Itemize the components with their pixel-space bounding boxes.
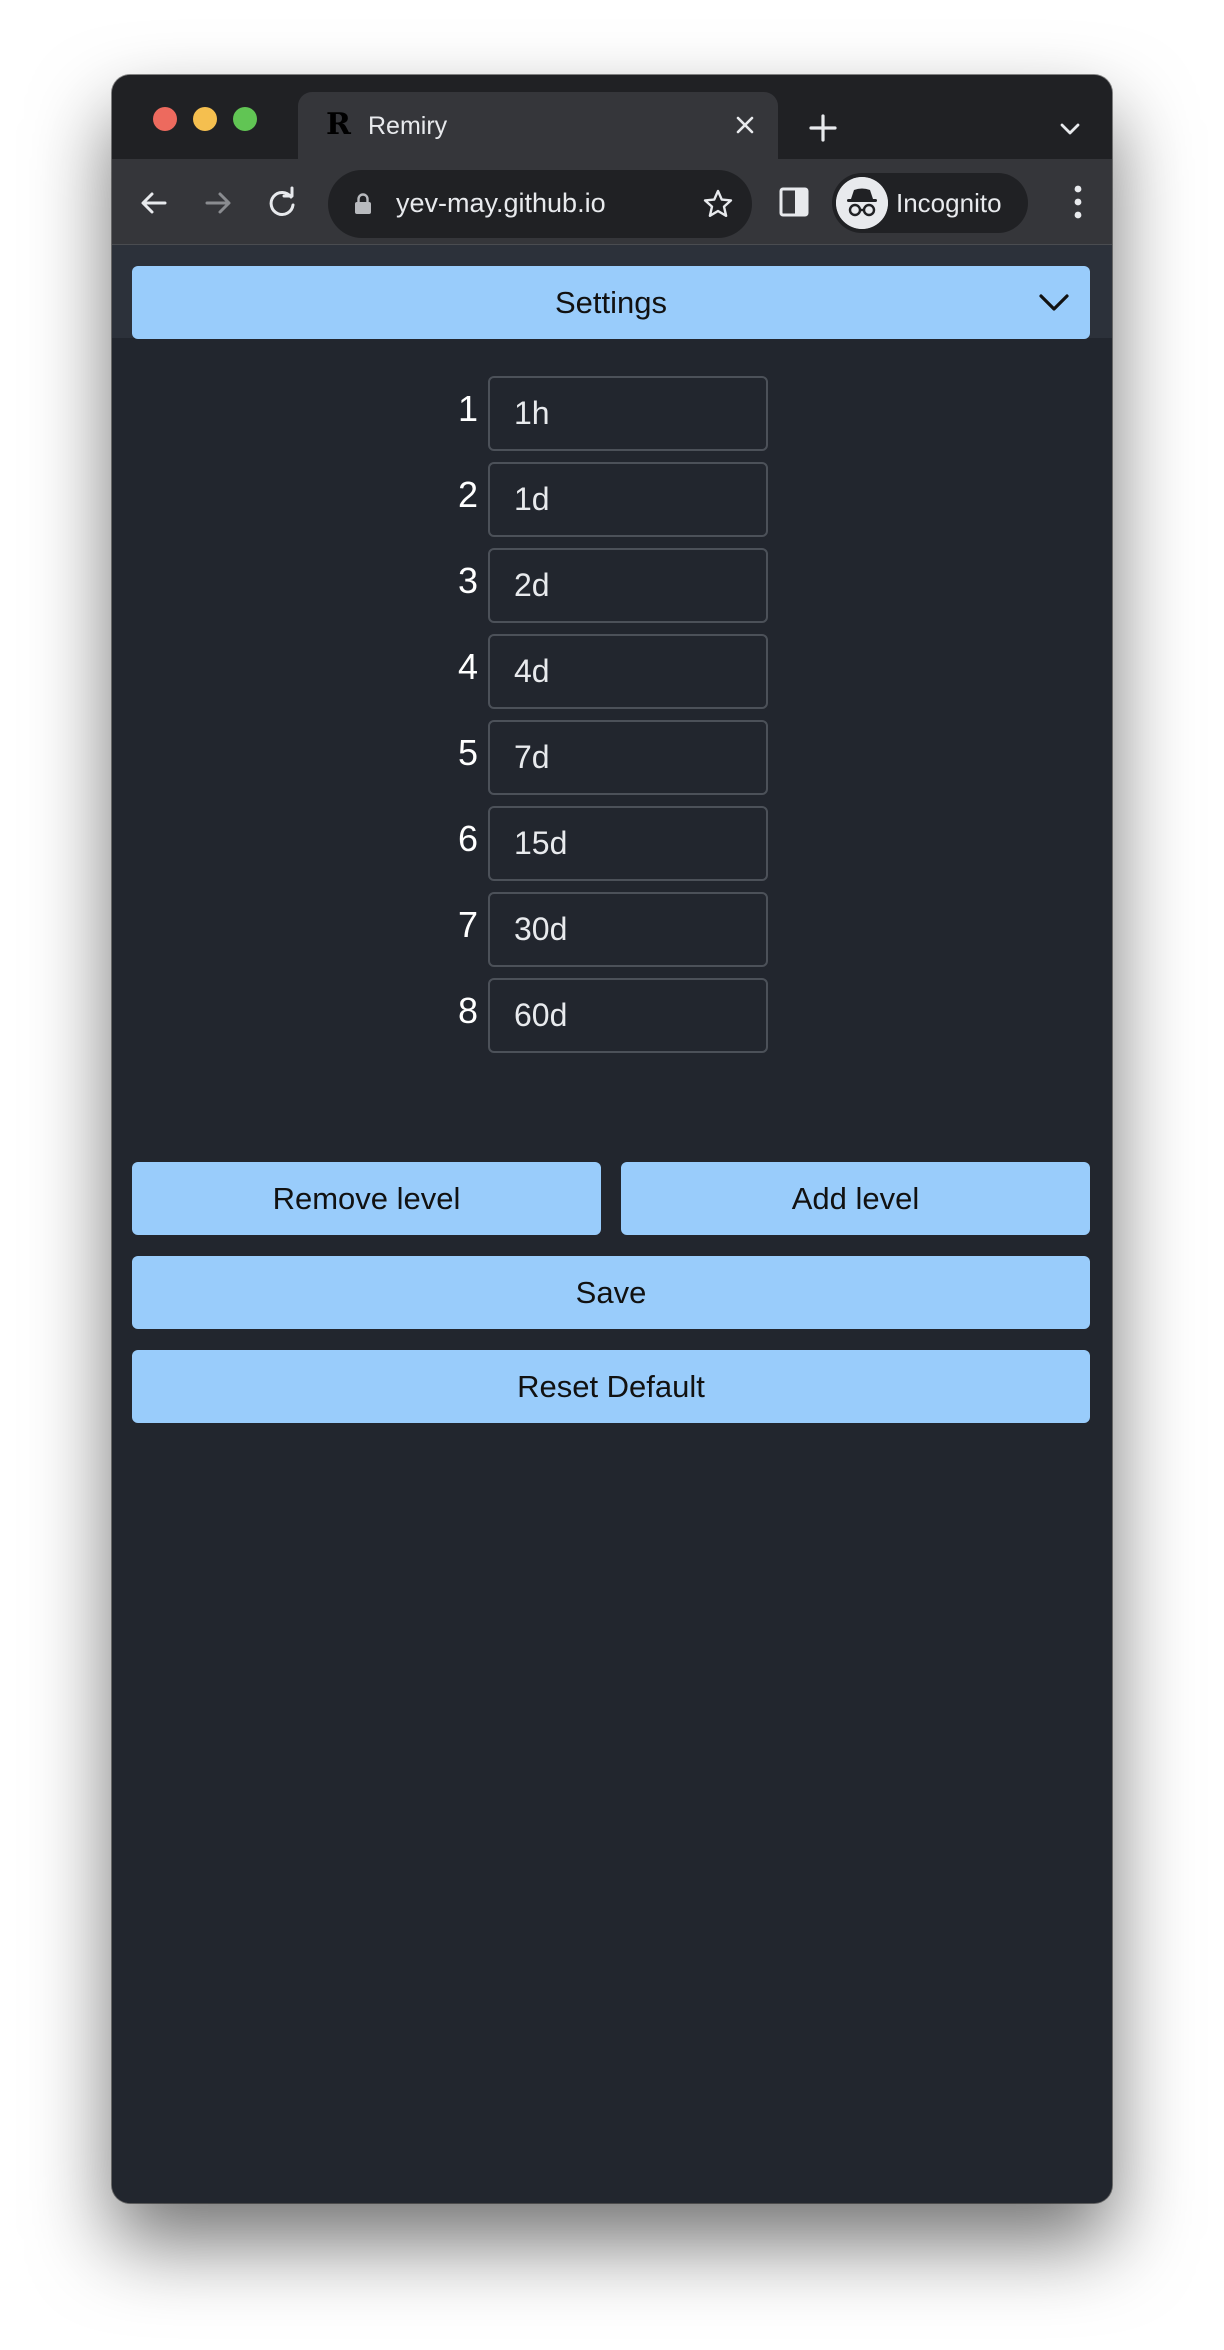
level-row: 6 [112, 806, 1112, 881]
address-bar[interactable]: yev-may.github.io [328, 170, 752, 238]
maximize-window-button[interactable] [233, 107, 257, 131]
back-arrow-icon[interactable] [134, 183, 174, 223]
level-number: 4 [457, 646, 478, 687]
level-row: 3 [112, 548, 1112, 623]
settings-toggle-button[interactable]: Settings [132, 266, 1090, 339]
level-row: 5 [112, 720, 1112, 795]
settings-header: Settings [112, 245, 1112, 339]
bookmark-star-icon[interactable] [702, 188, 734, 220]
profile-label: Incognito [896, 188, 1002, 218]
level-interval-input[interactable] [488, 634, 768, 709]
tab-strip: R Remiry [112, 75, 1112, 159]
level-row: 2 [112, 462, 1112, 537]
level-row: 1 [112, 376, 1112, 451]
settings-label: Settings [554, 284, 667, 320]
level-number: 1 [457, 388, 478, 429]
reload-icon[interactable] [262, 183, 302, 223]
lock-icon [355, 193, 371, 214]
add-level-button[interactable]: Add level [621, 1162, 1090, 1235]
close-window-button[interactable] [153, 107, 177, 131]
tab-remiry[interactable]: R Remiry [298, 92, 778, 159]
minimize-window-button[interactable] [193, 107, 217, 131]
level-number: 3 [457, 560, 478, 601]
level-interval-input[interactable] [488, 806, 768, 881]
incognito-profile-button[interactable]: Incognito [832, 173, 1028, 233]
close-tab-icon[interactable] [730, 110, 760, 140]
level-interval-input[interactable] [488, 978, 768, 1053]
level-number: 5 [457, 732, 478, 773]
level-row: 7 [112, 892, 1112, 967]
tab-title: Remiry [368, 112, 448, 140]
remiry-favicon-icon: R [326, 107, 351, 142]
level-row: 4 [112, 634, 1112, 709]
more-options-icon[interactable] [1074, 185, 1082, 219]
chevron-down-icon [1039, 294, 1069, 311]
level-interval-input[interactable] [488, 376, 768, 451]
browser-window: R Remiry yev-may.github.io Incognito Set… [112, 75, 1112, 2203]
level-number: 2 [457, 474, 478, 515]
remove-level-button[interactable]: Remove level [132, 1162, 601, 1235]
level-number: 6 [457, 818, 478, 859]
page-content: Settings 1 2 3 4 [112, 245, 1112, 2203]
tab-search-chevron-icon[interactable] [1058, 117, 1082, 141]
level-interval-input[interactable] [488, 548, 768, 623]
level-interval-input[interactable] [488, 462, 768, 537]
level-row: 8 [112, 978, 1112, 1053]
level-interval-input[interactable] [488, 892, 768, 967]
forward-arrow-icon[interactable] [198, 183, 238, 223]
browser-toolbar: yev-may.github.io Incognito [112, 159, 1112, 245]
level-number: 7 [457, 904, 478, 945]
level-interval-input[interactable] [488, 720, 768, 795]
level-number: 8 [457, 990, 478, 1031]
incognito-icon [836, 177, 888, 229]
save-button[interactable]: Save [132, 1256, 1090, 1329]
side-panel-icon[interactable] [778, 185, 810, 219]
new-tab-icon[interactable] [806, 111, 840, 145]
url-text: yev-may.github.io [396, 188, 606, 218]
reset-default-button[interactable]: Reset Default [132, 1350, 1090, 1423]
